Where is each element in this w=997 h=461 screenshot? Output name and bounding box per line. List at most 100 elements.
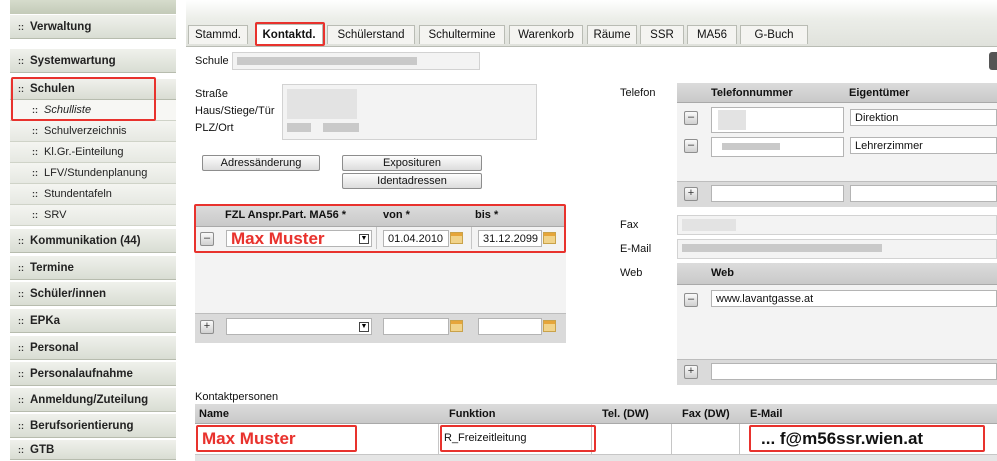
- tab-schultermine[interactable]: Schultermine: [419, 25, 505, 44]
- add-phone-button[interactable]: +: [684, 187, 698, 201]
- sidebar-subitem-srv[interactable]: :: SRV: [10, 205, 176, 226]
- fzl-person-select[interactable]: Max Muster: [226, 229, 372, 248]
- sidebar-subitem-schulverzeichnis[interactable]: :: Schulverzeichnis: [10, 121, 176, 142]
- sidebar: :: Verwaltung :: Systemwartung :: Schulen :…: [0, 0, 178, 460]
- zip-city-label: PLZ/Ort: [195, 122, 234, 134]
- phone-grid-header: Telefonnummer Eigentümer: [677, 83, 997, 103]
- tab-stammdaten[interactable]: Stammd.: [188, 25, 248, 44]
- tab-kontaktdaten[interactable]: Kontaktd.: [255, 24, 323, 45]
- add-web-button[interactable]: +: [684, 365, 698, 379]
- fax-field[interactable]: [677, 215, 997, 235]
- remove-phone-button[interactable]: –: [684, 111, 698, 125]
- address-field[interactable]: [282, 84, 537, 140]
- sidebar-item-label: GTB: [30, 443, 55, 456]
- exposituren-button[interactable]: Exposituren: [342, 155, 482, 171]
- sidebar-item-epka[interactable]: :: EPKa: [10, 308, 176, 333]
- tab-schuelerstand[interactable]: Schülerstand: [327, 25, 415, 44]
- phone-number-input[interactable]: [711, 107, 844, 133]
- tab-warenkorb[interactable]: Warenkorb: [509, 25, 583, 44]
- redacted-text: [237, 57, 417, 65]
- sidebar-item-label: Schulliste: [44, 104, 92, 116]
- sidebar-item-label: EPKa: [30, 314, 61, 327]
- sidebar-item-personal[interactable]: :: Personal: [10, 335, 176, 360]
- redacted-text: [722, 143, 780, 150]
- tab-raeume[interactable]: Räume: [587, 25, 637, 44]
- sidebar-subitem-lfv-stundenplanung[interactable]: :: LFV/Stundenplanung: [10, 163, 176, 184]
- column-header: E-Mail: [750, 408, 783, 420]
- fzl-from-date-input[interactable]: 01.04.2010: [383, 230, 449, 247]
- calendar-icon[interactable]: [450, 320, 463, 332]
- web-url-input[interactable]: www.lavantgasse.at: [711, 290, 997, 307]
- sidebar-subitem-klgr-einteilung[interactable]: :: Kl.Gr.-Einteilung: [10, 142, 176, 163]
- calendar-icon[interactable]: [543, 320, 556, 332]
- sidebar-item-berufsorientierung[interactable]: :: Berufsorientierung: [10, 413, 176, 438]
- sidebar-item-label: Anmeldung/Zuteilung: [30, 393, 149, 406]
- column-header: Tel. (DW): [602, 408, 649, 420]
- tab-ma56[interactable]: MA56: [687, 25, 737, 44]
- sidebar-subitem-stundentafeln[interactable]: :: Stundentafeln: [10, 184, 176, 205]
- sidebar-item-label: Schulverzeichnis: [44, 125, 127, 137]
- sidebar-top-bar: [10, 0, 176, 14]
- fzl-new-to-input[interactable]: [478, 318, 542, 335]
- tab-ssr[interactable]: SSR: [640, 25, 684, 44]
- sidebar-item-termine[interactable]: :: Termine: [10, 255, 176, 280]
- sidebar-item-schulen[interactable]: :: Schulen: [10, 78, 176, 100]
- fax-label: Fax: [620, 219, 639, 231]
- email-field[interactable]: [677, 239, 997, 259]
- new-phone-input[interactable]: [711, 185, 844, 202]
- contact-email[interactable]: ... f@m56ssr.wien.at: [761, 429, 923, 449]
- sidebar-item-personalaufnahme[interactable]: :: Personalaufnahme: [10, 361, 176, 386]
- column-header: Funktion: [449, 408, 496, 420]
- table-row[interactable]: [195, 455, 997, 461]
- chevron-down-icon[interactable]: ▼: [359, 234, 369, 244]
- contact-name[interactable]: Max Muster: [202, 429, 296, 449]
- help-icon[interactable]: [989, 52, 997, 70]
- sidebar-item-anmeldung[interactable]: :: Anmeldung/Zuteilung: [10, 387, 176, 412]
- phone-owner-input[interactable]: Lehrerzimmer: [850, 137, 997, 154]
- bullet-icon: ::: [18, 55, 24, 66]
- identadressen-button[interactable]: Identadressen: [342, 173, 482, 189]
- new-owner-input[interactable]: [850, 185, 997, 202]
- chevron-down-icon[interactable]: ▼: [359, 322, 369, 332]
- sidebar-item-label: SRV: [44, 209, 67, 221]
- sidebar-subitem-schulliste[interactable]: :: Schulliste: [10, 100, 176, 121]
- address-change-button[interactable]: Adressänderung: [202, 155, 320, 171]
- fzl-to-date-input[interactable]: 31.12.2099: [478, 230, 542, 247]
- contact-function: R_Freizeitleitung: [444, 432, 527, 444]
- bullet-icon: ::: [32, 126, 38, 136]
- sidebar-item-schueler[interactable]: :: Schüler/innen: [10, 281, 176, 306]
- fzl-new-from-input[interactable]: [383, 318, 449, 335]
- bullet-icon: ::: [18, 235, 24, 246]
- sidebar-item-kommunikation[interactable]: :: Kommunikation (44): [10, 228, 176, 253]
- contacts-grid-header: Name Funktion Tel. (DW) Fax (DW) E-Mail: [195, 404, 997, 424]
- column-header: Eigentümer: [849, 87, 910, 99]
- redacted-text: [287, 89, 357, 119]
- fzl-new-person-select[interactable]: [226, 318, 372, 335]
- sidebar-item-verwaltung[interactable]: :: Verwaltung: [10, 14, 176, 39]
- phone-number-input[interactable]: [711, 137, 844, 157]
- remove-phone-button[interactable]: –: [684, 139, 698, 153]
- remove-row-button[interactable]: –: [200, 232, 214, 246]
- calendar-icon[interactable]: [543, 232, 556, 244]
- new-web-input[interactable]: [711, 363, 997, 380]
- email-label: E-Mail: [620, 243, 652, 255]
- bullet-icon: ::: [18, 84, 24, 94]
- web-grid-header: Web: [677, 263, 997, 285]
- column-divider: [376, 227, 377, 249]
- sidebar-item-label: Berufsorientierung: [30, 419, 134, 432]
- sidebar-item-gtb[interactable]: :: GTB: [10, 439, 176, 460]
- column-divider: [438, 424, 439, 454]
- tab-g-buch[interactable]: G-Buch: [740, 25, 808, 44]
- column-header: FZL Anspr.Part. MA56 *: [225, 209, 347, 221]
- sidebar-item-label: Kommunikation (44): [30, 234, 141, 247]
- sidebar-item-systemwartung[interactable]: :: Systemwartung: [10, 48, 176, 73]
- remove-web-button[interactable]: –: [684, 293, 698, 307]
- column-divider: [739, 424, 740, 454]
- bullet-icon: ::: [18, 21, 24, 32]
- sidebar-item-label: Verwaltung: [30, 20, 92, 33]
- school-name-field[interactable]: [232, 52, 480, 70]
- add-row-button[interactable]: +: [200, 320, 214, 334]
- phone-owner-input[interactable]: Direktion: [850, 109, 997, 126]
- sidebar-item-label: Termine: [30, 261, 74, 274]
- calendar-icon[interactable]: [450, 232, 463, 244]
